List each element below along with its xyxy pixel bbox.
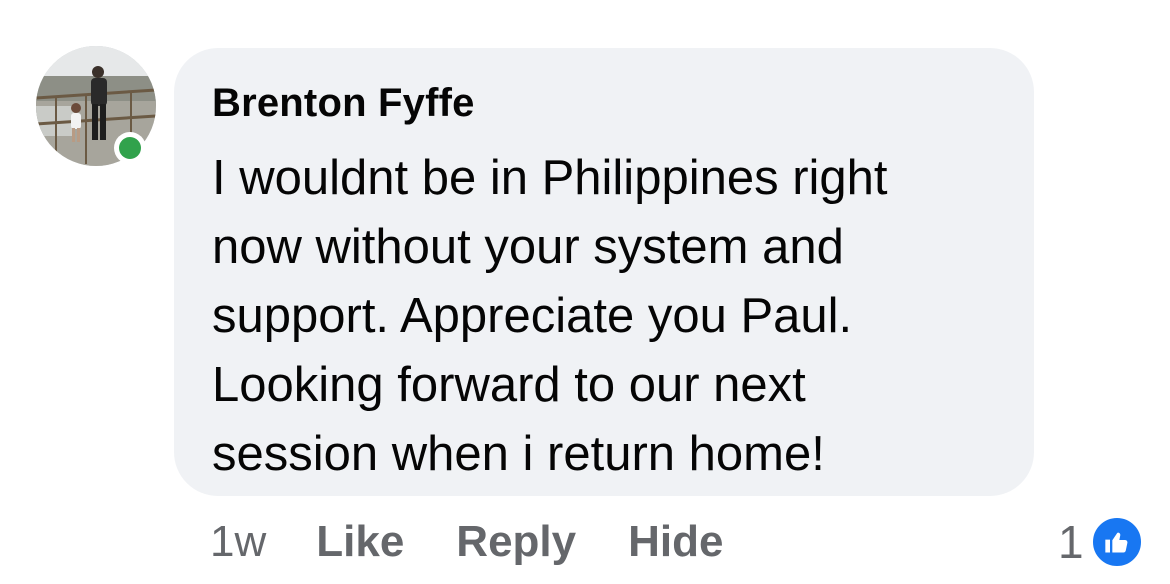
- comment-author-name[interactable]: Brenton Fyffe: [212, 76, 998, 130]
- comment-bubble: Brenton Fyffe I wouldnt be in Philippine…: [174, 48, 1034, 496]
- reaction-count: 1: [1058, 516, 1084, 568]
- comment-thread: Brenton Fyffe I wouldnt be in Philippine…: [0, 0, 1170, 584]
- comment-text: I wouldnt be in Philippines right now wi…: [212, 151, 888, 481]
- avatar-container[interactable]: [36, 46, 156, 166]
- reply-button[interactable]: Reply: [456, 517, 576, 567]
- thumbs-up-icon: [1089, 515, 1144, 569]
- comment-actions: 1w Like Reply Hide: [210, 512, 775, 572]
- online-status-dot: [119, 137, 141, 159]
- comment-timestamp[interactable]: 1w: [210, 517, 266, 567]
- like-button[interactable]: Like: [316, 517, 404, 567]
- online-status-indicator: [114, 132, 146, 164]
- reaction-summary[interactable]: 1: [1058, 512, 1144, 572]
- hide-button[interactable]: Hide: [628, 517, 723, 567]
